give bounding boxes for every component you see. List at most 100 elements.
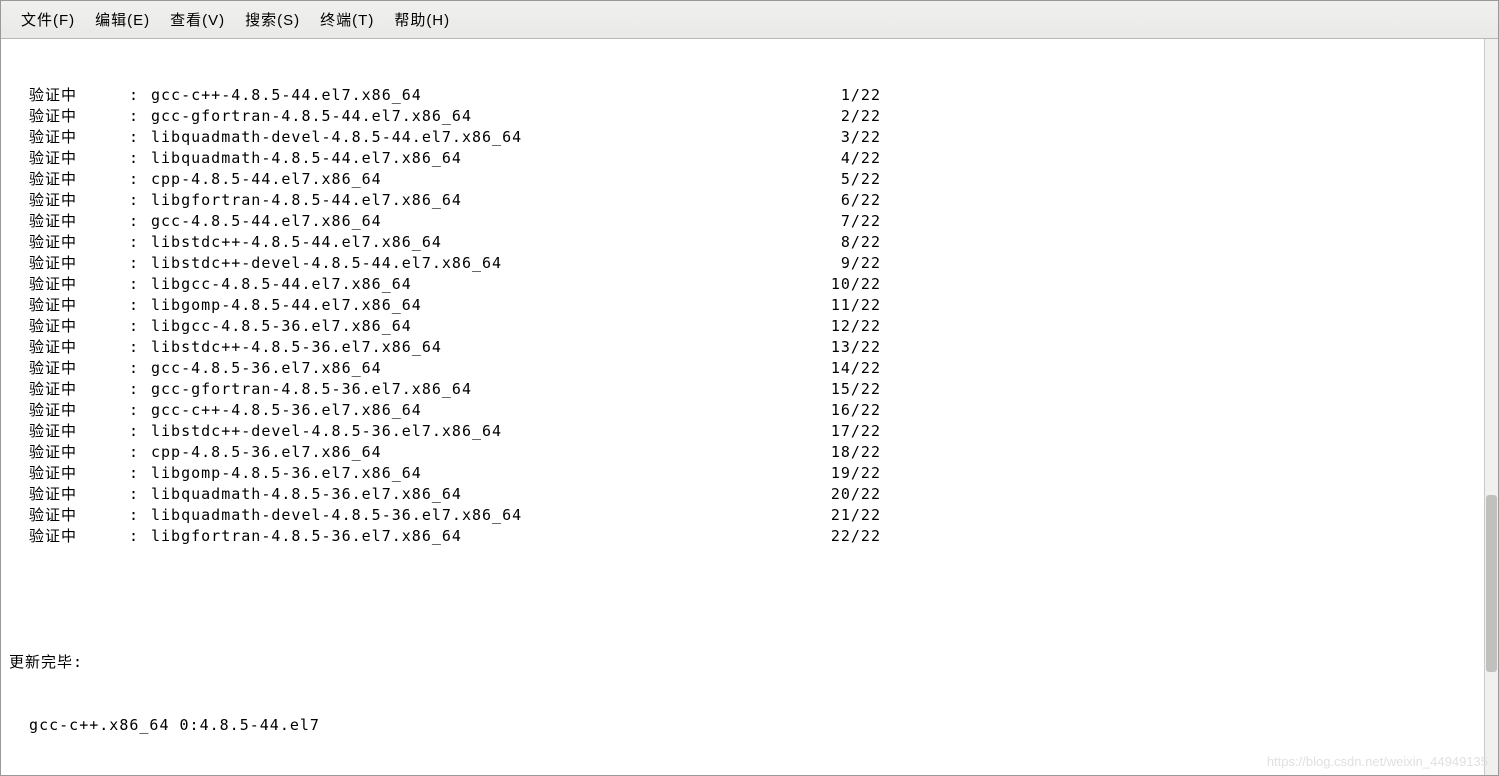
verify-row: 验证中: libstdc++-devel-4.8.5-36.el7.x86_64… xyxy=(9,421,1476,442)
verify-progress: 5/22 xyxy=(823,169,881,190)
verify-row: 验证中: libquadmath-4.8.5-36.el7.x86_6420/2… xyxy=(9,484,1476,505)
updated-line: gcc-c++.x86_64 0:4.8.5-44.el7 xyxy=(9,715,1476,736)
menu-terminal[interactable]: 终端(T) xyxy=(310,5,384,34)
verify-row: 验证中: libgcc-4.8.5-36.el7.x86_6412/22 xyxy=(9,316,1476,337)
verify-progress: 10/22 xyxy=(823,274,881,295)
colon: : xyxy=(129,316,151,337)
verify-package: libgcc-4.8.5-36.el7.x86_64 xyxy=(151,316,823,337)
verify-status: 验证中 xyxy=(9,400,129,421)
menu-file[interactable]: 文件(F) xyxy=(11,5,85,34)
verify-status: 验证中 xyxy=(9,526,129,547)
colon: : xyxy=(129,505,151,526)
verify-status: 验证中 xyxy=(9,295,129,316)
colon: : xyxy=(129,274,151,295)
colon: : xyxy=(129,169,151,190)
verify-progress: 8/22 xyxy=(823,232,881,253)
colon: : xyxy=(129,211,151,232)
verify-row: 验证中: cpp-4.8.5-44.el7.x86_645/22 xyxy=(9,169,1476,190)
verify-status: 验证中 xyxy=(9,484,129,505)
verify-status: 验证中 xyxy=(9,463,129,484)
colon: : xyxy=(129,253,151,274)
verify-progress: 20/22 xyxy=(823,484,881,505)
colon: : xyxy=(129,421,151,442)
colon: : xyxy=(129,127,151,148)
colon: : xyxy=(129,295,151,316)
verify-package: libgomp-4.8.5-36.el7.x86_64 xyxy=(151,463,823,484)
verify-row: 验证中: libgomp-4.8.5-44.el7.x86_6411/22 xyxy=(9,295,1476,316)
verify-status: 验证中 xyxy=(9,106,129,127)
verify-package: cpp-4.8.5-36.el7.x86_64 xyxy=(151,442,823,463)
verify-package: libstdc++-devel-4.8.5-44.el7.x86_64 xyxy=(151,253,823,274)
verify-progress: 22/22 xyxy=(823,526,881,547)
colon: : xyxy=(129,106,151,127)
verify-row: 验证中: gcc-c++-4.8.5-44.el7.x86_641/22 xyxy=(9,85,1476,106)
verify-row: 验证中: gcc-4.8.5-36.el7.x86_6414/22 xyxy=(9,358,1476,379)
verify-package: libstdc++-4.8.5-36.el7.x86_64 xyxy=(151,337,823,358)
verify-package: gcc-4.8.5-44.el7.x86_64 xyxy=(151,211,823,232)
verify-progress: 15/22 xyxy=(823,379,881,400)
verify-row: 验证中: libstdc++-4.8.5-44.el7.x86_648/22 xyxy=(9,232,1476,253)
colon: : xyxy=(129,400,151,421)
verify-status: 验证中 xyxy=(9,316,129,337)
verify-package: libgfortran-4.8.5-44.el7.x86_64 xyxy=(151,190,823,211)
verify-package: gcc-c++-4.8.5-44.el7.x86_64 xyxy=(151,85,823,106)
colon: : xyxy=(129,190,151,211)
verify-row: 验证中: libgfortran-4.8.5-36.el7.x86_6422/2… xyxy=(9,526,1476,547)
verify-progress: 14/22 xyxy=(823,358,881,379)
verify-status: 验证中 xyxy=(9,442,129,463)
colon: : xyxy=(129,442,151,463)
verify-row: 验证中: gcc-gfortran-4.8.5-44.el7.x86_642/2… xyxy=(9,106,1476,127)
colon: : xyxy=(129,484,151,505)
colon: : xyxy=(129,148,151,169)
verify-progress: 16/22 xyxy=(823,400,881,421)
verify-package: libgcc-4.8.5-44.el7.x86_64 xyxy=(151,274,823,295)
verify-package: libquadmath-devel-4.8.5-36.el7.x86_64 xyxy=(151,505,823,526)
menu-edit[interactable]: 编辑(E) xyxy=(85,5,160,34)
colon: : xyxy=(129,358,151,379)
scrollbar-vertical[interactable] xyxy=(1484,39,1498,775)
verify-row: 验证中: libstdc++-4.8.5-36.el7.x86_6413/22 xyxy=(9,337,1476,358)
verify-status: 验证中 xyxy=(9,85,129,106)
verify-package: libquadmath-4.8.5-36.el7.x86_64 xyxy=(151,484,823,505)
verify-progress: 11/22 xyxy=(823,295,881,316)
verify-status: 验证中 xyxy=(9,421,129,442)
verify-package: gcc-gfortran-4.8.5-44.el7.x86_64 xyxy=(151,106,823,127)
verify-progress: 3/22 xyxy=(823,127,881,148)
verify-progress: 7/22 xyxy=(823,211,881,232)
verify-progress: 6/22 xyxy=(823,190,881,211)
verify-status: 验证中 xyxy=(9,148,129,169)
verify-progress: 9/22 xyxy=(823,253,881,274)
verify-row: 验证中: gcc-c++-4.8.5-36.el7.x86_6416/22 xyxy=(9,400,1476,421)
terminal-output[interactable]: 验证中: gcc-c++-4.8.5-44.el7.x86_641/22 验证中… xyxy=(1,39,1484,775)
verify-progress: 12/22 xyxy=(823,316,881,337)
verify-progress: 17/22 xyxy=(823,421,881,442)
verify-progress: 13/22 xyxy=(823,337,881,358)
verify-row: 验证中: libquadmath-devel-4.8.5-44.el7.x86_… xyxy=(9,127,1476,148)
menu-view[interactable]: 查看(V) xyxy=(160,5,235,34)
verify-status: 验证中 xyxy=(9,358,129,379)
verify-progress: 18/22 xyxy=(823,442,881,463)
verify-status: 验证中 xyxy=(9,169,129,190)
verify-package: libquadmath-4.8.5-44.el7.x86_64 xyxy=(151,148,823,169)
verify-status: 验证中 xyxy=(9,505,129,526)
menu-help[interactable]: 帮助(H) xyxy=(384,5,460,34)
verify-status: 验证中 xyxy=(9,190,129,211)
colon: : xyxy=(129,337,151,358)
verify-package: libstdc++-4.8.5-44.el7.x86_64 xyxy=(151,232,823,253)
scrollbar-thumb[interactable] xyxy=(1486,495,1497,672)
verify-row: 验证中: libquadmath-devel-4.8.5-36.el7.x86_… xyxy=(9,505,1476,526)
verify-row: 验证中: gcc-4.8.5-44.el7.x86_647/22 xyxy=(9,211,1476,232)
verify-package: libgomp-4.8.5-44.el7.x86_64 xyxy=(151,295,823,316)
verify-row: 验证中: libstdc++-devel-4.8.5-44.el7.x86_64… xyxy=(9,253,1476,274)
verify-package: gcc-c++-4.8.5-36.el7.x86_64 xyxy=(151,400,823,421)
verify-row: 验证中: cpp-4.8.5-36.el7.x86_6418/22 xyxy=(9,442,1476,463)
verify-row: 验证中: libgomp-4.8.5-36.el7.x86_6419/22 xyxy=(9,463,1476,484)
verify-package: cpp-4.8.5-44.el7.x86_64 xyxy=(151,169,823,190)
verify-package: libquadmath-devel-4.8.5-44.el7.x86_64 xyxy=(151,127,823,148)
menu-search[interactable]: 搜索(S) xyxy=(235,5,310,34)
verify-progress: 2/22 xyxy=(823,106,881,127)
verify-row: 验证中: gcc-gfortran-4.8.5-36.el7.x86_6415/… xyxy=(9,379,1476,400)
verify-status: 验证中 xyxy=(9,127,129,148)
verify-progress: 4/22 xyxy=(823,148,881,169)
colon: : xyxy=(129,232,151,253)
